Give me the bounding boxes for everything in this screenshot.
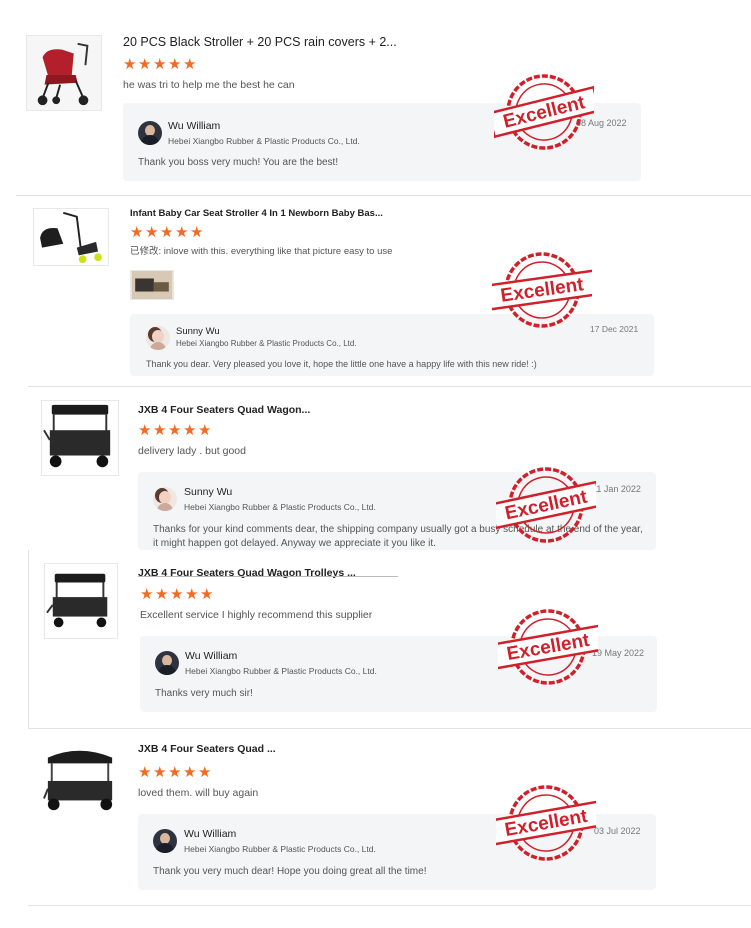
reply-company: Hebei Xiangbo Rubber & Plastic Products … — [185, 666, 377, 676]
product-thumbnail[interactable] — [33, 208, 109, 266]
star-icon: ★ — [185, 586, 199, 603]
star-icon: ★ — [175, 224, 189, 241]
star-icon: ★ — [160, 224, 174, 241]
excellent-stamp: Excellent — [491, 602, 605, 692]
rating-stars: ★ ★ ★ ★ ★ — [138, 764, 212, 781]
review-photo[interactable] — [130, 270, 174, 300]
star-icon: ★ — [200, 586, 214, 603]
review-text: 已修改: inlove with this. everything like t… — [130, 246, 393, 257]
star-icon: ★ — [170, 586, 184, 603]
rating-stars: ★ ★ ★ ★ ★ — [138, 422, 212, 439]
product-title[interactable]: 20 PCS Black Stroller + 20 PCS rain cove… — [123, 35, 397, 49]
title-underline — [138, 576, 398, 577]
product-thumbnail[interactable] — [41, 400, 119, 476]
reply-company: Hebei Xiangbo Rubber & Plastic Products … — [168, 136, 360, 146]
reply-name: Sunny Wu — [176, 326, 220, 337]
quad-wagon-trolley-image — [45, 564, 117, 638]
stamp-label: Excellent — [501, 92, 588, 133]
reply-message: Thank you boss very much! You are the be… — [138, 157, 339, 168]
divider — [28, 905, 751, 906]
reply-message: Thank you dear. Very pleased you love it… — [146, 359, 537, 369]
review-text: loved them. will buy again — [138, 787, 259, 799]
reply-date: 03 Jul 2022 — [594, 826, 641, 836]
divider — [28, 386, 751, 387]
avatar — [138, 121, 162, 145]
star-icon: ★ — [198, 764, 212, 781]
star-icon: ★ — [168, 764, 182, 781]
reply-company: Hebei Xiangbo Rubber & Plastic Products … — [184, 844, 376, 854]
excellent-stamp: Excellent — [487, 67, 601, 157]
star-icon: ★ — [198, 422, 212, 439]
star-icon: ★ — [145, 224, 159, 241]
product-title[interactable]: JXB 4 Four Seaters Quad Wagon Trolleys .… — [138, 567, 356, 579]
excellent-stamp: Excellent — [489, 460, 603, 550]
divider — [28, 728, 751, 729]
excellent-stamp: Excellent — [485, 245, 599, 335]
avatar — [153, 487, 177, 511]
star-icon: ★ — [153, 56, 167, 73]
avatar — [155, 651, 179, 675]
star-icon: ★ — [138, 422, 152, 439]
avatar — [146, 326, 170, 350]
star-icon: ★ — [138, 56, 152, 73]
rating-stars: ★ ★ ★ ★ ★ — [130, 224, 204, 241]
review-text: Excellent service I highly recommend thi… — [140, 609, 373, 621]
avatar — [153, 829, 177, 853]
star-icon: ★ — [138, 764, 152, 781]
star-icon: ★ — [168, 56, 182, 73]
review-photo-image — [131, 271, 173, 299]
reply-date: 11 Jan 2022 — [592, 484, 641, 494]
star-icon: ★ — [140, 586, 154, 603]
quad-wagon-image — [42, 401, 118, 475]
reply-date: 19 May 2022 — [592, 648, 645, 658]
red-stroller-image — [27, 36, 101, 110]
divider — [16, 195, 751, 196]
product-thumbnail[interactable] — [44, 563, 118, 639]
reply-company: Hebei Xiangbo Rubber & Plastic Products … — [176, 339, 357, 348]
star-icon: ★ — [153, 422, 167, 439]
product-title[interactable]: JXB 4 Four Seaters Quad Wagon... — [138, 404, 310, 416]
star-icon: ★ — [183, 56, 197, 73]
wagon-canopy-image — [42, 742, 118, 816]
star-icon: ★ — [153, 764, 167, 781]
star-icon: ★ — [183, 764, 197, 781]
star-icon: ★ — [123, 56, 137, 73]
reply-name: Wu William — [184, 828, 237, 840]
car-seat-stroller-image — [34, 209, 108, 265]
reply-name: Wu William — [185, 650, 238, 662]
reply-name: Wu William — [168, 120, 221, 132]
product-title[interactable]: JXB 4 Four Seaters Quad ... — [138, 743, 276, 755]
star-icon: ★ — [183, 422, 197, 439]
divider — [28, 550, 29, 728]
star-icon: ★ — [155, 586, 169, 603]
product-title[interactable]: Infant Baby Car Seat Stroller 4 In 1 New… — [130, 208, 383, 219]
star-icon: ★ — [130, 224, 144, 241]
excellent-stamp: Excellent — [489, 778, 603, 868]
product-thumbnail[interactable] — [41, 741, 119, 817]
reply-name: Sunny Wu — [184, 486, 233, 498]
product-thumbnail[interactable] — [26, 35, 102, 111]
rating-stars: ★ ★ ★ ★ ★ — [123, 56, 197, 73]
review-text: he was tri to help me the best he can — [123, 79, 295, 91]
star-icon: ★ — [168, 422, 182, 439]
review-text: delivery lady . but good — [138, 445, 246, 457]
star-icon: ★ — [190, 224, 204, 241]
reply-date: 17 Dec 2021 — [590, 324, 639, 334]
rating-stars: ★ ★ ★ ★ ★ — [140, 586, 214, 603]
reply-company: Hebei Xiangbo Rubber & Plastic Products … — [184, 502, 376, 512]
